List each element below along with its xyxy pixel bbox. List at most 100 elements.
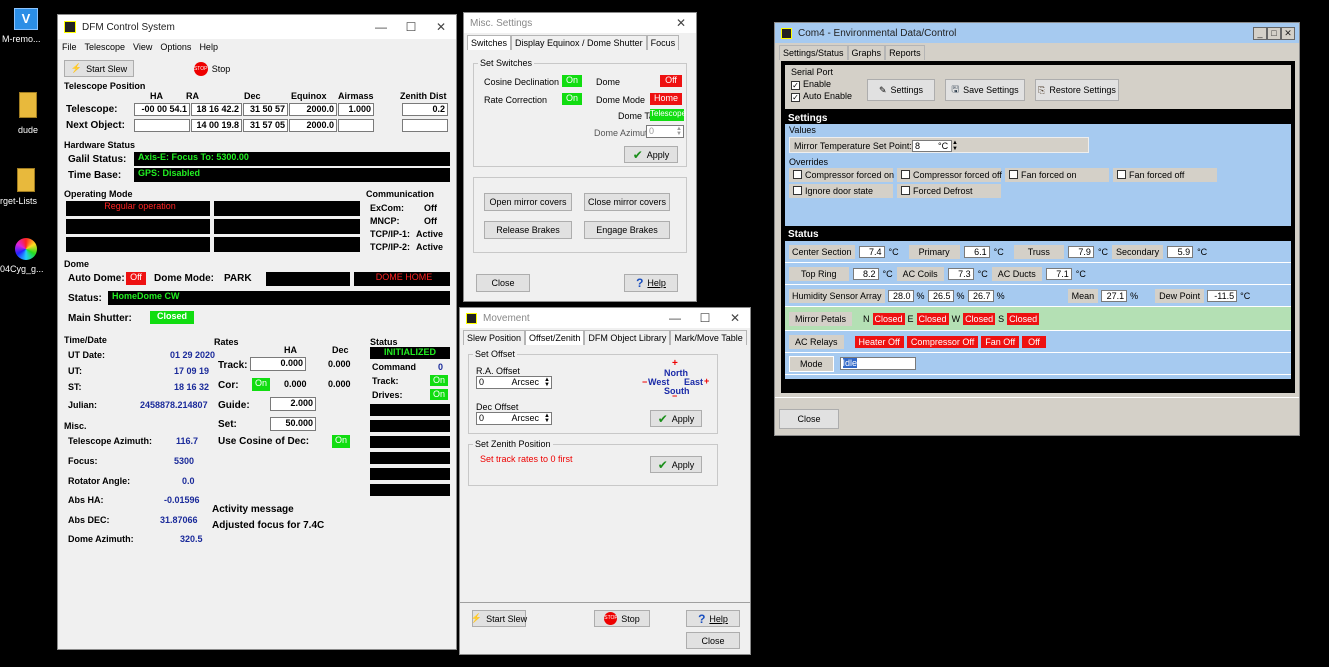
- checkbox-icon[interactable]: [901, 170, 910, 179]
- close-button[interactable]: Close: [686, 632, 740, 649]
- close-icon[interactable]: ✕: [720, 311, 750, 325]
- set-switches-label: Set Switches: [478, 58, 535, 68]
- stop-button[interactable]: STOP Stop: [594, 610, 650, 627]
- maximize-icon[interactable]: ☐: [690, 311, 720, 325]
- dome-mode-toggle[interactable]: Home: [650, 93, 682, 105]
- checkbox-icon[interactable]: [1009, 170, 1018, 179]
- spinner-arrows-icon[interactable]: ▲ ▼: [952, 140, 958, 152]
- ra-offset-field[interactable]: 0 Arcsec ▲ ▼: [476, 376, 552, 389]
- desktop-icon-remote[interactable]: V M-remo...: [2, 8, 52, 63]
- offset-apply-button[interactable]: ✔ Apply: [650, 410, 702, 427]
- dome-azimuth-spinner[interactable]: 0 ▲ ▼: [646, 125, 684, 138]
- desktop-icon-dude[interactable]: dude: [4, 92, 52, 147]
- misc-header: Misc.: [64, 421, 87, 431]
- close-icon[interactable]: ✕: [666, 16, 696, 30]
- spinner-arrows-icon[interactable]: ▲ ▼: [676, 126, 682, 137]
- checkbox-icon[interactable]: [1117, 170, 1126, 179]
- next-equinox[interactable]: 2000.0: [289, 119, 337, 132]
- menu-telescope[interactable]: Telescope: [85, 42, 126, 52]
- checkbox-icon[interactable]: [793, 170, 802, 179]
- help-button[interactable]: ? Help: [624, 274, 678, 292]
- minimize-icon[interactable]: —: [660, 311, 690, 325]
- tab-reports[interactable]: Reports: [885, 45, 925, 60]
- zenith-apply-button[interactable]: ✔ Apply: [650, 456, 702, 473]
- secondary-label: Secondary: [1112, 244, 1164, 259]
- ignore-door-state-checkbox[interactable]: Ignore door state: [789, 184, 893, 198]
- help-button[interactable]: ? Help: [686, 610, 740, 627]
- fan-forced-on-checkbox[interactable]: Fan forced on: [1005, 168, 1109, 182]
- east-plus-icon[interactable]: +: [704, 376, 709, 386]
- next-ra[interactable]: 14 00 19.8: [191, 119, 242, 132]
- spinner-arrows-icon[interactable]: ▲ ▼: [544, 377, 550, 388]
- stop-button[interactable]: STOP Stop: [192, 60, 232, 77]
- use-cosine-state[interactable]: On: [332, 435, 350, 448]
- checkbox-icon[interactable]: [901, 186, 910, 195]
- close-icon[interactable]: ✕: [426, 20, 456, 34]
- release-brakes-button[interactable]: Release Brakes: [484, 221, 572, 239]
- west-minus-icon[interactable]: −: [642, 377, 647, 387]
- dec-offset-field[interactable]: 0 Arcsec ▲ ▼: [476, 412, 552, 425]
- close-button[interactable]: Close: [779, 409, 839, 429]
- dome-target-toggle[interactable]: Telescope: [650, 109, 686, 121]
- next-dec[interactable]: 31 57 05: [243, 119, 288, 132]
- tab-display-equinox[interactable]: Display Equinox / Dome Shutter: [511, 35, 647, 50]
- desktop-icon-target-lists[interactable]: rget-Lists: [0, 168, 52, 208]
- minimize-icon[interactable]: _: [1253, 26, 1267, 40]
- checkbox-checked-icon[interactable]: ✓: [791, 81, 800, 90]
- engage-brakes-button[interactable]: Engage Brakes: [584, 221, 670, 239]
- maximize-icon[interactable]: ☐: [396, 20, 426, 34]
- compressor-forced-on-checkbox[interactable]: Compressor forced on: [789, 168, 894, 182]
- north-plus-icon[interactable]: +: [672, 359, 678, 369]
- checkbox-checked-icon[interactable]: ✓: [791, 93, 800, 102]
- auto-enable-checkbox[interactable]: ✓ Auto Enable: [791, 91, 852, 102]
- tab-offset-zenith[interactable]: Offset/Zenith: [525, 330, 585, 345]
- save-settings-button[interactable]: 🖫 Save Settings: [945, 79, 1025, 101]
- auto-dome-value[interactable]: Off: [126, 272, 146, 285]
- tab-slew-position[interactable]: Slew Position: [463, 330, 526, 345]
- rates-dec-header: Dec: [332, 345, 349, 355]
- track-ha-field[interactable]: 0.000: [250, 357, 306, 371]
- open-mirror-covers-button[interactable]: Open mirror covers: [484, 193, 572, 211]
- cosine-declination-toggle[interactable]: On: [562, 75, 582, 87]
- compass-rose: + North − West East + South −: [642, 359, 712, 401]
- enable-checkbox[interactable]: ✓ Enable: [791, 79, 831, 90]
- lightning-icon: ⚡: [470, 613, 483, 623]
- maximize-icon[interactable]: □: [1267, 26, 1281, 40]
- spinner-arrows-icon[interactable]: ▲ ▼: [544, 413, 550, 424]
- restore-settings-button[interactable]: ⎘ Restore Settings: [1035, 79, 1119, 101]
- menu-view[interactable]: View: [133, 42, 152, 52]
- set-field[interactable]: 50.000: [270, 417, 316, 431]
- close-button[interactable]: Close: [476, 274, 530, 292]
- tab-settings-status[interactable]: Settings/Status: [779, 45, 848, 60]
- menu-help[interactable]: Help: [199, 42, 218, 52]
- start-slew-button[interactable]: ⚡ Start Slew: [470, 610, 527, 627]
- compressor-forced-off-checkbox[interactable]: Compressor forced off: [897, 168, 1002, 182]
- apply-button[interactable]: ✔ Apply: [624, 146, 678, 163]
- tab-mark-move-table[interactable]: Mark/Move Table: [670, 330, 747, 345]
- cor-state[interactable]: On: [252, 378, 270, 391]
- minimize-icon[interactable]: —: [366, 20, 396, 34]
- forced-defrost-checkbox[interactable]: Forced Defrost: [897, 184, 1001, 198]
- dome-toggle[interactable]: Off: [660, 75, 682, 87]
- movement-window: Movement — ☐ ✕ Slew Position Offset/Zeni…: [459, 307, 751, 655]
- menu-options[interactable]: Options: [160, 42, 191, 52]
- tab-graphs[interactable]: Graphs: [847, 45, 886, 60]
- guide-field[interactable]: 2.000: [270, 397, 316, 411]
- restore-icon: ⎘: [1038, 84, 1046, 95]
- settings-button[interactable]: ✎ Settings: [867, 79, 935, 101]
- checkbox-icon[interactable]: [793, 186, 802, 195]
- fan-forced-off-checkbox[interactable]: Fan forced off: [1113, 168, 1217, 182]
- close-mirror-covers-button[interactable]: Close mirror covers: [584, 193, 670, 211]
- menu-file[interactable]: File: [62, 42, 77, 52]
- desktop-icon-cyg[interactable]: 04Cyg_g...: [0, 238, 52, 278]
- start-slew-button[interactable]: ⚡ Start Slew: [64, 60, 134, 77]
- col-dec: Dec: [244, 91, 261, 101]
- rate-correction-toggle[interactable]: On: [562, 93, 582, 105]
- tab-switches[interactable]: Switches: [467, 35, 512, 50]
- tab-dfm-object-library[interactable]: DFM Object Library: [584, 330, 671, 345]
- close-icon[interactable]: ✕: [1281, 26, 1295, 40]
- dome-azimuth-label: Dome Azimuth:: [68, 534, 134, 544]
- tab-focus[interactable]: Focus: [646, 35, 680, 50]
- south-minus-icon[interactable]: −: [672, 392, 677, 401]
- next-ha[interactable]: [134, 119, 190, 132]
